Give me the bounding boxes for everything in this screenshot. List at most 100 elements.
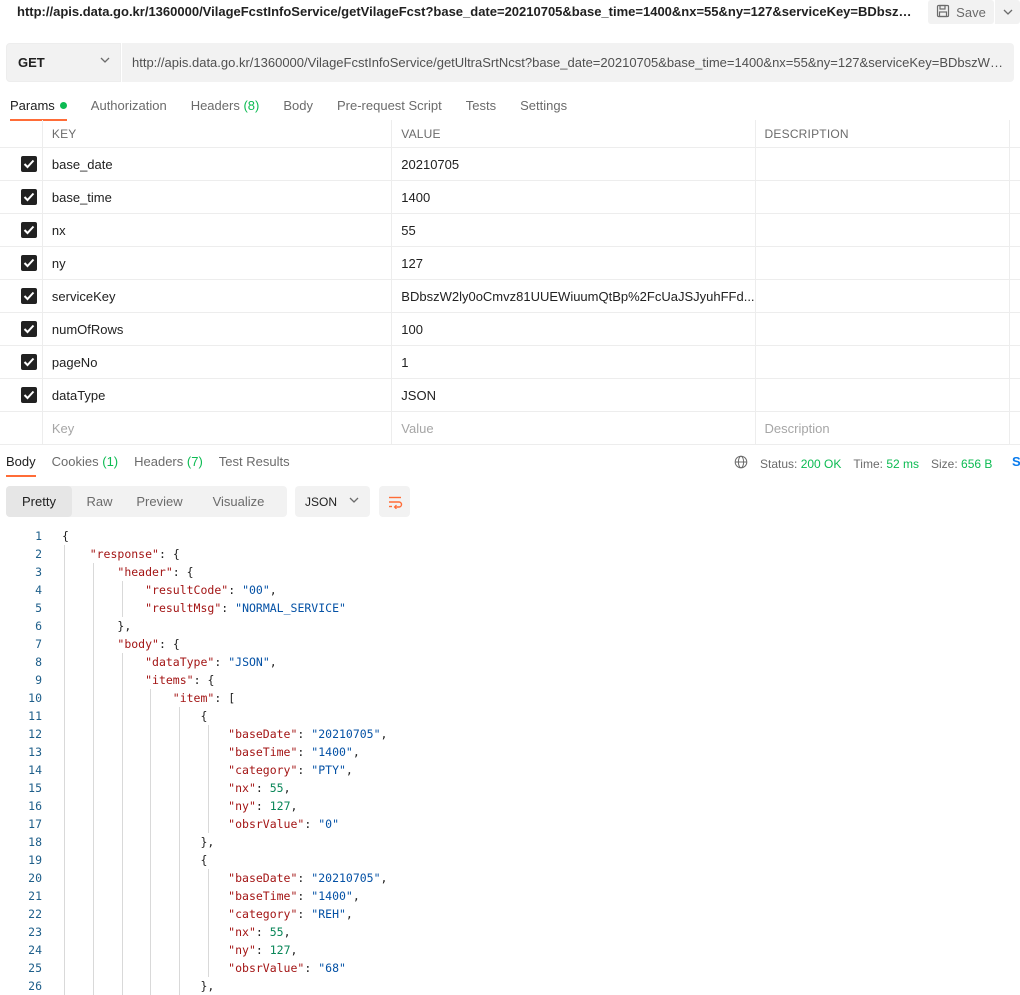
param-description[interactable] <box>755 312 1011 346</box>
param-value[interactable]: 55 <box>391 213 756 247</box>
tab-body[interactable]: Body <box>283 97 313 121</box>
tab-params[interactable]: Params <box>10 97 67 121</box>
line-number: 22 <box>28 907 42 921</box>
code-line: 9 "items": { <box>0 671 1020 689</box>
param-description[interactable] <box>755 345 1011 379</box>
view-mode-group: Pretty Raw Preview Visualize <box>6 486 287 517</box>
code-line: 20 "baseDate": "20210705", <box>0 869 1020 887</box>
line-number: 18 <box>28 835 42 849</box>
params-header-row: KEY VALUE DESCRIPTION <box>0 120 1020 148</box>
param-value[interactable]: JSON <box>391 378 756 412</box>
line-number: 6 <box>35 619 42 633</box>
param-value[interactable]: 1400 <box>391 180 756 214</box>
param-empty-row: Key Value Description <box>0 411 1020 445</box>
param-row: base_time 1400 <box>0 180 1020 214</box>
line-number: 7 <box>35 637 42 651</box>
view-visualize-button[interactable]: Visualize <box>192 486 285 517</box>
params-indicator-dot <box>59 102 67 109</box>
param-key[interactable]: serviceKey <box>42 279 393 313</box>
param-key[interactable]: base_date <box>42 147 393 181</box>
param-row: ny 127 <box>0 246 1020 280</box>
tab-cookies[interactable]: Cookies (1) <box>52 453 118 477</box>
param-value[interactable]: 127 <box>391 246 756 280</box>
param-checkbox[interactable] <box>21 255 37 271</box>
tab-headers[interactable]: Headers (8) <box>191 97 260 121</box>
column-description: DESCRIPTION <box>755 120 1011 148</box>
param-checkbox[interactable] <box>21 222 37 238</box>
code-line: 1{ <box>0 527 1020 545</box>
line-number: 20 <box>28 871 42 885</box>
tab-response-headers[interactable]: Headers (7) <box>134 453 203 477</box>
format-label: JSON <box>305 494 338 509</box>
view-pretty-button[interactable]: Pretty <box>6 486 72 517</box>
new-param-description-input[interactable]: Description <box>755 411 1011 445</box>
param-key[interactable]: numOfRows <box>42 312 393 346</box>
param-value[interactable]: 1 <box>391 345 756 379</box>
code-line: 14 "category": "PTY", <box>0 761 1020 779</box>
tab-tests[interactable]: Tests <box>466 97 496 121</box>
params-table: KEY VALUE DESCRIPTION base_date 20210705… <box>0 120 1020 445</box>
param-checkbox[interactable] <box>21 321 37 337</box>
view-preview-button[interactable]: Preview <box>127 486 192 517</box>
code-line: 16 "ny": 127, <box>0 797 1020 815</box>
param-key[interactable]: nx <box>42 213 393 247</box>
param-row: dataType JSON <box>0 378 1020 412</box>
view-raw-button[interactable]: Raw <box>72 486 127 517</box>
code-text: }, <box>200 835 215 849</box>
checkmark-icon <box>23 159 35 169</box>
param-key[interactable]: dataType <box>42 378 393 412</box>
param-key[interactable]: pageNo <box>42 345 393 379</box>
code-text: "body": { <box>117 637 180 651</box>
param-description[interactable] <box>755 180 1011 214</box>
param-checkbox[interactable] <box>21 156 37 172</box>
tab-test-results[interactable]: Test Results <box>219 453 290 477</box>
status-code: 200 OK <box>800 456 842 471</box>
save-button[interactable]: Save <box>928 0 994 24</box>
line-number: 8 <box>35 655 42 669</box>
param-description[interactable] <box>755 378 1011 412</box>
line-number: 25 <box>28 961 42 975</box>
response-tabs: Body Cookies (1) Headers (7) Test Result… <box>6 453 306 479</box>
new-param-key-input[interactable]: Key <box>42 411 393 445</box>
method-select[interactable]: GET <box>6 43 121 82</box>
column-value: VALUE <box>391 120 756 148</box>
param-description[interactable] <box>755 213 1011 247</box>
code-text: "resultMsg": "NORMAL_SERVICE" <box>145 601 346 615</box>
code-text: "obsrValue": "0" <box>228 817 339 831</box>
save-response-button[interactable]: S <box>1012 454 1020 469</box>
tab-pre-request-script[interactable]: Pre-request Script <box>337 97 442 121</box>
code-line: 15 "nx": 55, <box>0 779 1020 797</box>
param-value[interactable]: 20210705 <box>391 147 756 181</box>
request-title[interactable]: http://apis.data.go.kr/1360000/VilageFcs… <box>17 4 917 19</box>
param-checkbox[interactable] <box>21 354 37 370</box>
param-checkbox[interactable] <box>21 189 37 205</box>
format-select[interactable]: JSON <box>295 486 370 517</box>
param-value[interactable]: BDbszW2ly0oCmvz81UUEWiuumQtBp%2FcUaJSJyu… <box>391 279 756 313</box>
param-value[interactable]: 100 <box>391 312 756 346</box>
param-description[interactable] <box>755 147 1011 181</box>
url-input[interactable]: http://apis.data.go.kr/1360000/VilageFcs… <box>122 43 1014 82</box>
tab-settings[interactable]: Settings <box>520 97 567 121</box>
param-key[interactable]: base_time <box>42 180 393 214</box>
chevron-down-icon <box>1003 9 1012 15</box>
line-number: 16 <box>28 799 42 813</box>
param-description[interactable] <box>755 246 1011 280</box>
globe-icon[interactable] <box>734 455 748 472</box>
method-label: GET <box>18 55 45 70</box>
line-number: 9 <box>35 673 42 687</box>
code-line: 21 "baseTime": "1400", <box>0 887 1020 905</box>
tab-response-body[interactable]: Body <box>6 453 36 477</box>
save-options-button[interactable] <box>995 0 1020 24</box>
tab-authorization[interactable]: Authorization <box>91 97 167 121</box>
code-text: "baseTime": "1400", <box>228 889 360 903</box>
code-line: 2 "response": { <box>0 545 1020 563</box>
param-checkbox[interactable] <box>21 387 37 403</box>
param-checkbox[interactable] <box>21 288 37 304</box>
code-line: 12 "baseDate": "20210705", <box>0 725 1020 743</box>
param-description[interactable] <box>755 279 1011 313</box>
wrap-lines-button[interactable] <box>379 486 410 517</box>
new-param-value-input[interactable]: Value <box>391 411 756 445</box>
checkmark-icon <box>23 291 35 301</box>
param-key[interactable]: ny <box>42 246 393 280</box>
checkmark-icon <box>23 324 35 334</box>
